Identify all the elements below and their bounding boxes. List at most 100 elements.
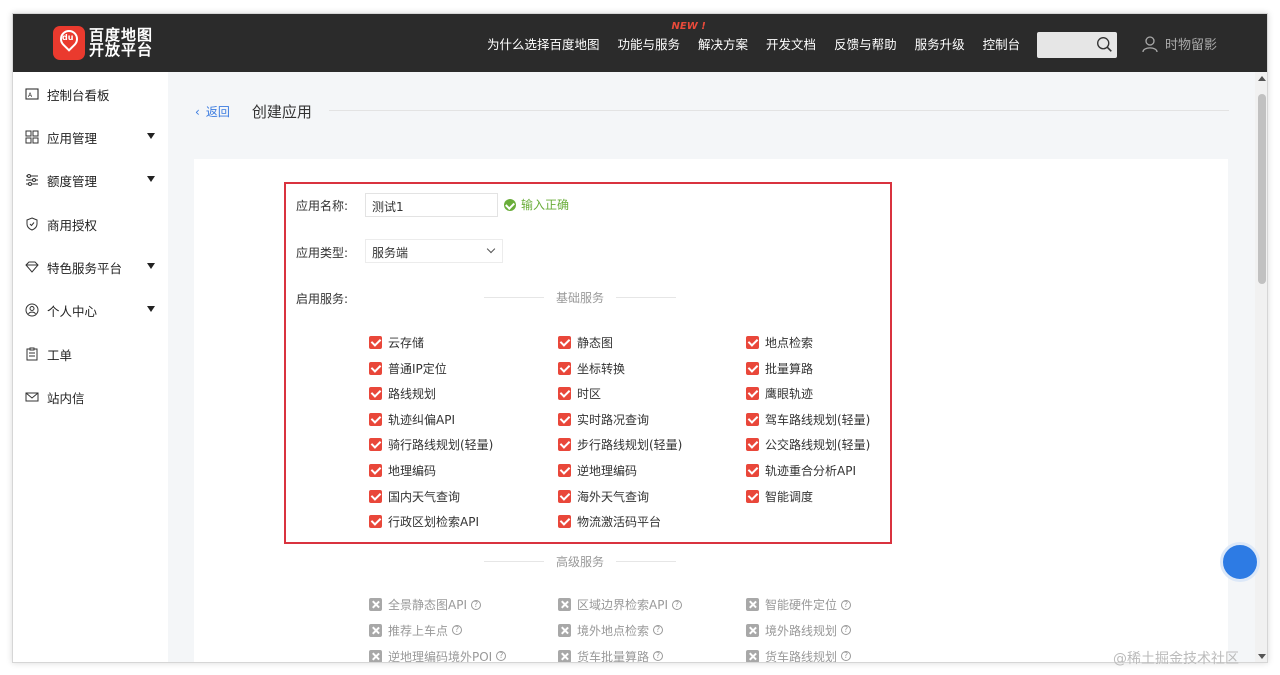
checkbox-checked-icon[interactable] (746, 387, 759, 401)
service-checkbox-item[interactable]: 时区 (558, 385, 601, 402)
checkbox-checked-icon[interactable] (746, 336, 759, 349)
checkbox-disabled-icon[interactable] (746, 623, 759, 637)
service-checkbox-item[interactable]: 路线规划 (369, 385, 436, 402)
sidebar-item-messages[interactable]: 站内信 (25, 387, 155, 407)
checkbox-checked-icon[interactable] (558, 489, 571, 503)
scrollbar[interactable] (1255, 72, 1267, 662)
service-checkbox-item[interactable]: 坐标转换 (558, 360, 625, 377)
checkbox-checked-icon[interactable] (369, 387, 382, 401)
logo[interactable]: du 百度地图 开放平台 (53, 26, 153, 60)
checkbox-checked-icon[interactable] (369, 336, 382, 349)
advanced-service-item[interactable]: 境外路线规划? (746, 622, 852, 639)
advanced-service-item[interactable]: 货车批量算路? (558, 648, 664, 662)
checkbox-checked-icon[interactable] (558, 412, 571, 426)
checkbox-checked-icon[interactable] (746, 412, 759, 426)
service-checkbox-item[interactable]: 驾车路线规划(轻量) (746, 411, 870, 428)
service-checkbox-item[interactable]: 地点检索 (746, 334, 813, 351)
sidebar-item-app-management[interactable]: 应用管理 (25, 127, 155, 147)
service-checkbox-item[interactable]: 步行路线规划(轻量) (558, 436, 682, 453)
service-checkbox-item[interactable]: 云存储 (369, 334, 424, 351)
scroll-up-icon[interactable] (1258, 76, 1266, 81)
nav-docs[interactable]: 开发文档 (766, 34, 816, 53)
help-icon[interactable]: ? (653, 625, 664, 636)
help-icon[interactable]: ? (672, 599, 682, 610)
nav-upgrade[interactable]: 服务升级 (915, 34, 965, 53)
service-checkbox-item[interactable]: 公交路线规划(轻量) (746, 436, 870, 453)
search-input[interactable] (1037, 32, 1117, 58)
advanced-service-item[interactable]: 境外地点检索? (558, 622, 664, 639)
checkbox-checked-icon[interactable] (558, 361, 571, 375)
checkbox-disabled-icon[interactable] (369, 623, 382, 637)
nav-console[interactable]: 控制台 (983, 34, 1021, 53)
sidebar-item-quota[interactable]: 额度管理 (25, 170, 155, 190)
app-type-select[interactable]: 服务端 (365, 239, 503, 263)
help-icon[interactable]: ? (496, 651, 507, 662)
checkbox-checked-icon[interactable] (558, 336, 571, 349)
service-checkbox-item[interactable]: 地理编码 (369, 462, 436, 479)
checkbox-checked-icon[interactable] (369, 515, 382, 529)
service-checkbox-item[interactable]: 普通IP定位 (369, 360, 447, 377)
service-checkbox-item[interactable]: 静态图 (558, 334, 613, 351)
service-checkbox-item[interactable]: 骑行路线规划(轻量) (369, 436, 493, 453)
service-checkbox-item[interactable]: 智能调度 (746, 488, 813, 505)
sidebar-item-commercial[interactable]: 商用授权 (25, 214, 155, 234)
user-menu[interactable]: 时物留影 (1141, 34, 1217, 53)
checkbox-disabled-icon[interactable] (558, 598, 571, 611)
checkbox-checked-icon[interactable] (746, 361, 759, 375)
nav-why-baidu[interactable]: 为什么选择百度地图 (487, 34, 600, 53)
advanced-service-item[interactable]: 区域边界检索API? (558, 596, 682, 613)
search-icon[interactable] (1096, 36, 1113, 53)
help-icon[interactable]: ? (653, 651, 664, 662)
service-checkbox-item[interactable]: 海外天气查询 (558, 488, 649, 505)
back-link[interactable]: ‹ 返回 (195, 103, 236, 120)
checkbox-checked-icon[interactable] (746, 464, 759, 477)
help-icon[interactable]: ? (452, 625, 463, 636)
checkbox-disabled-icon[interactable] (746, 649, 759, 662)
service-checkbox-item[interactable]: 批量算路 (746, 360, 813, 377)
checkbox-disabled-icon[interactable] (746, 598, 759, 611)
sidebar-item-dashboard[interactable]: A 控制台看板 (25, 84, 155, 104)
sidebar-item-personal[interactable]: 个人中心 (25, 300, 155, 320)
app-name-input[interactable]: 测试1 (365, 193, 498, 217)
sidebar-item-ticket[interactable]: 工单 (25, 344, 155, 364)
help-icon[interactable]: ? (841, 651, 852, 662)
advanced-service-item[interactable]: 货车路线规划? (746, 648, 852, 662)
help-icon[interactable]: ? (841, 625, 852, 636)
service-checkbox-item[interactable]: 鹰眼轨迹 (746, 385, 813, 402)
advanced-service-item[interactable]: 智能硬件定位? (746, 596, 852, 613)
service-checkbox-item[interactable]: 行政区划检索API (369, 513, 479, 530)
scroll-down-icon[interactable] (1258, 654, 1266, 659)
nav-solutions[interactable]: 解决方案 (698, 34, 748, 53)
checkbox-disabled-icon[interactable] (558, 623, 571, 637)
checkbox-checked-icon[interactable] (369, 438, 382, 452)
service-checkbox-item[interactable]: 轨迹纠偏API (369, 411, 455, 428)
checkbox-checked-icon[interactable] (558, 515, 571, 529)
service-checkbox-item[interactable]: 国内天气查询 (369, 488, 460, 505)
checkbox-checked-icon[interactable] (369, 412, 382, 426)
nav-features[interactable]: 功能与服务 NEW ! (618, 21, 706, 53)
sidebar-item-featured[interactable]: 特色服务平台 (25, 257, 155, 277)
service-checkbox-item[interactable]: 物流激活码平台 (558, 513, 661, 530)
help-icon[interactable]: ? (471, 599, 481, 610)
scroll-thumb[interactable] (1258, 94, 1266, 284)
advanced-service-item[interactable]: 推荐上车点? (369, 622, 463, 639)
checkbox-disabled-icon[interactable] (369, 649, 382, 662)
checkbox-checked-icon[interactable] (558, 438, 571, 452)
help-icon[interactable]: ? (841, 599, 852, 610)
checkbox-disabled-icon[interactable] (369, 598, 382, 611)
floating-help-button[interactable] (1220, 542, 1260, 582)
advanced-service-item[interactable]: 逆地理编码境外POI? (369, 648, 507, 662)
nav-feedback[interactable]: 反馈与帮助 (834, 34, 897, 53)
service-checkbox-item[interactable]: 轨迹重合分析API (746, 462, 856, 479)
checkbox-checked-icon[interactable] (369, 361, 382, 375)
service-checkbox-item[interactable]: 逆地理编码 (558, 462, 637, 479)
checkbox-checked-icon[interactable] (746, 438, 759, 452)
checkbox-disabled-icon[interactable] (558, 649, 571, 662)
checkbox-checked-icon[interactable] (558, 464, 571, 477)
advanced-service-item[interactable]: 全景静态图API? (369, 596, 481, 613)
checkbox-checked-icon[interactable] (369, 464, 382, 477)
checkbox-checked-icon[interactable] (369, 489, 382, 503)
checkbox-checked-icon[interactable] (558, 387, 571, 401)
checkbox-checked-icon[interactable] (746, 489, 759, 503)
service-checkbox-item[interactable]: 实时路况查询 (558, 411, 649, 428)
